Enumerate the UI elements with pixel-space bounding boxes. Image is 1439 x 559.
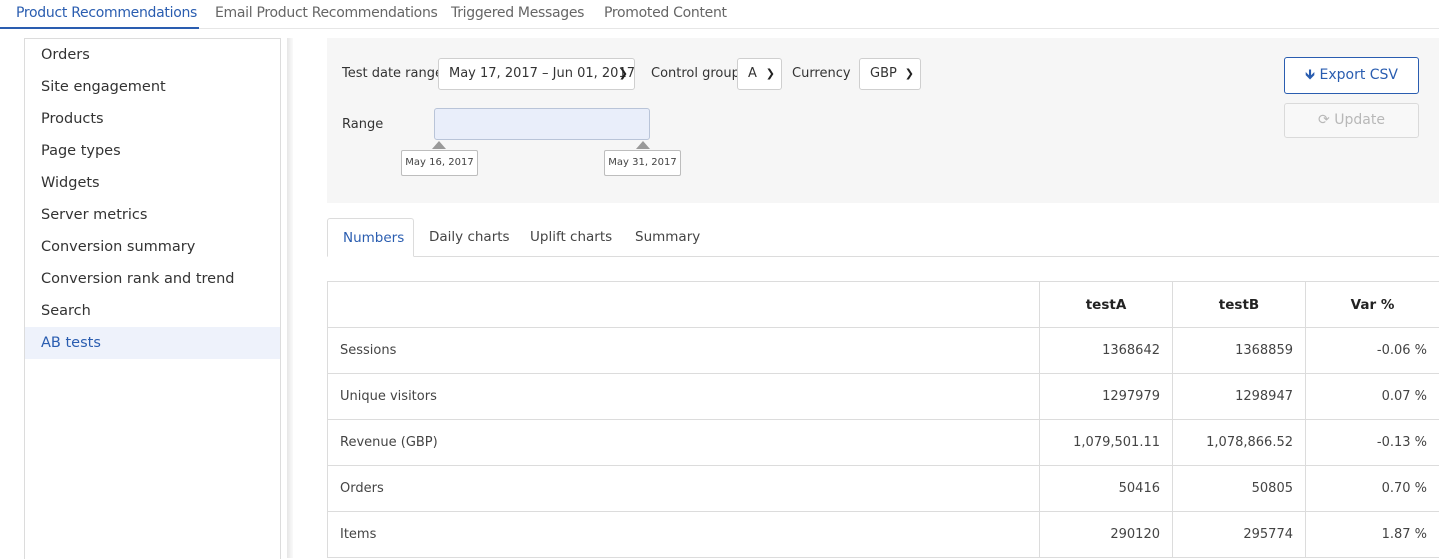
content-divider [287,38,293,558]
tab-summary[interactable]: Summary [620,218,715,257]
row-label: Revenue (GBP) [328,420,1040,466]
table-row: Items 290120 295774 1.87 % [328,512,1439,558]
var-value: 1.87 % [1306,512,1439,558]
control-group-label: Control group [651,66,740,81]
tab-triggered-messages[interactable]: Triggered Messages [451,5,584,21]
range-label: Range [342,117,383,132]
export-csv-button[interactable]: 🡻 Export CSV [1284,57,1419,94]
tab-product-recommendations[interactable]: Product Recommendations [16,5,197,21]
header-testb: testB [1173,282,1306,328]
chevron-down-icon: ❯ [619,59,628,89]
sidebar-item-server-metrics[interactable]: Server metrics [25,199,280,231]
top-tabs: Product Recommendations Email Product Re… [0,0,1439,30]
range-end-handle-pointer[interactable] [636,141,650,149]
control-group-select[interactable]: A ❯ [737,58,782,90]
testa-value: 1368642 [1040,328,1173,374]
sidebar-item-ab-tests[interactable]: AB tests [25,327,280,359]
currency-select[interactable]: GBP ❯ [859,58,921,90]
active-tab-underline [0,27,199,29]
ab-test-numbers-table: testA testB Var % Sessions 1368642 13688… [327,281,1439,558]
test-date-range-value: May 17, 2017 – Jun 01, 2017 [449,66,635,81]
testb-value: 1298947 [1173,374,1306,420]
row-label: Sessions [328,328,1040,374]
sidebar-item-page-types[interactable]: Page types [25,135,280,167]
update-button[interactable]: ⟳ Update [1284,103,1419,138]
test-date-range-select[interactable]: May 17, 2017 – Jun 01, 2017 ❯ [438,58,635,90]
chevron-down-icon: ❯ [766,59,775,89]
testb-value: 1368859 [1173,328,1306,374]
top-tabs-divider [0,28,1439,29]
sidebar-item-search[interactable]: Search [25,295,280,327]
sidebar-item-widgets[interactable]: Widgets [25,167,280,199]
var-value: 0.70 % [1306,466,1439,512]
testb-value: 50805 [1173,466,1306,512]
tab-numbers[interactable]: Numbers [327,218,414,257]
sidebar-item-orders[interactable]: Orders [25,39,280,71]
testb-value: 295774 [1173,512,1306,558]
currency-label: Currency [792,66,851,81]
tab-uplift-charts[interactable]: Uplift charts [515,218,627,257]
range-start-handle-pointer[interactable] [432,141,446,149]
row-label: Unique visitors [328,374,1040,420]
testb-value: 1,078,866.52 [1173,420,1306,466]
currency-value: GBP [870,66,897,81]
var-value: -0.13 % [1306,420,1439,466]
range-end-handle[interactable]: May 31, 2017 [604,150,681,176]
var-value: -0.06 % [1306,328,1439,374]
tab-daily-charts[interactable]: Daily charts [414,218,525,257]
sidebar: Orders Site engagement Products Page typ… [24,38,281,559]
table-row: Sessions 1368642 1368859 -0.06 % [328,328,1439,374]
table-header-row: testA testB Var % [328,282,1439,328]
test-date-range-label: Test date range [342,66,443,81]
sidebar-item-conversion-rank-and-trend[interactable]: Conversion rank and trend [25,263,280,295]
control-group-value: A [748,66,757,81]
tab-email-product-recommendations[interactable]: Email Product Recommendations [215,5,438,21]
row-label: Orders [328,466,1040,512]
sidebar-item-products[interactable]: Products [25,103,280,135]
header-var: Var % [1306,282,1439,328]
sidebar-item-conversion-summary[interactable]: Conversion summary [25,231,280,263]
range-slider-track[interactable] [434,108,650,140]
tab-promoted-content[interactable]: Promoted Content [604,5,727,21]
chevron-down-icon: ❯ [905,59,914,89]
sidebar-item-site-engagement[interactable]: Site engagement [25,71,280,103]
table-row: Orders 50416 50805 0.70 % [328,466,1439,512]
header-metric [328,282,1040,328]
table-row: Unique visitors 1297979 1298947 0.07 % [328,374,1439,420]
table-row: Revenue (GBP) 1,079,501.11 1,078,866.52 … [328,420,1439,466]
testa-value: 290120 [1040,512,1173,558]
row-label: Items [328,512,1040,558]
header-testa: testA [1040,282,1173,328]
testa-value: 50416 [1040,466,1173,512]
testa-value: 1297979 [1040,374,1173,420]
var-value: 0.07 % [1306,374,1439,420]
testa-value: 1,079,501.11 [1040,420,1173,466]
range-start-handle[interactable]: May 16, 2017 [401,150,478,176]
